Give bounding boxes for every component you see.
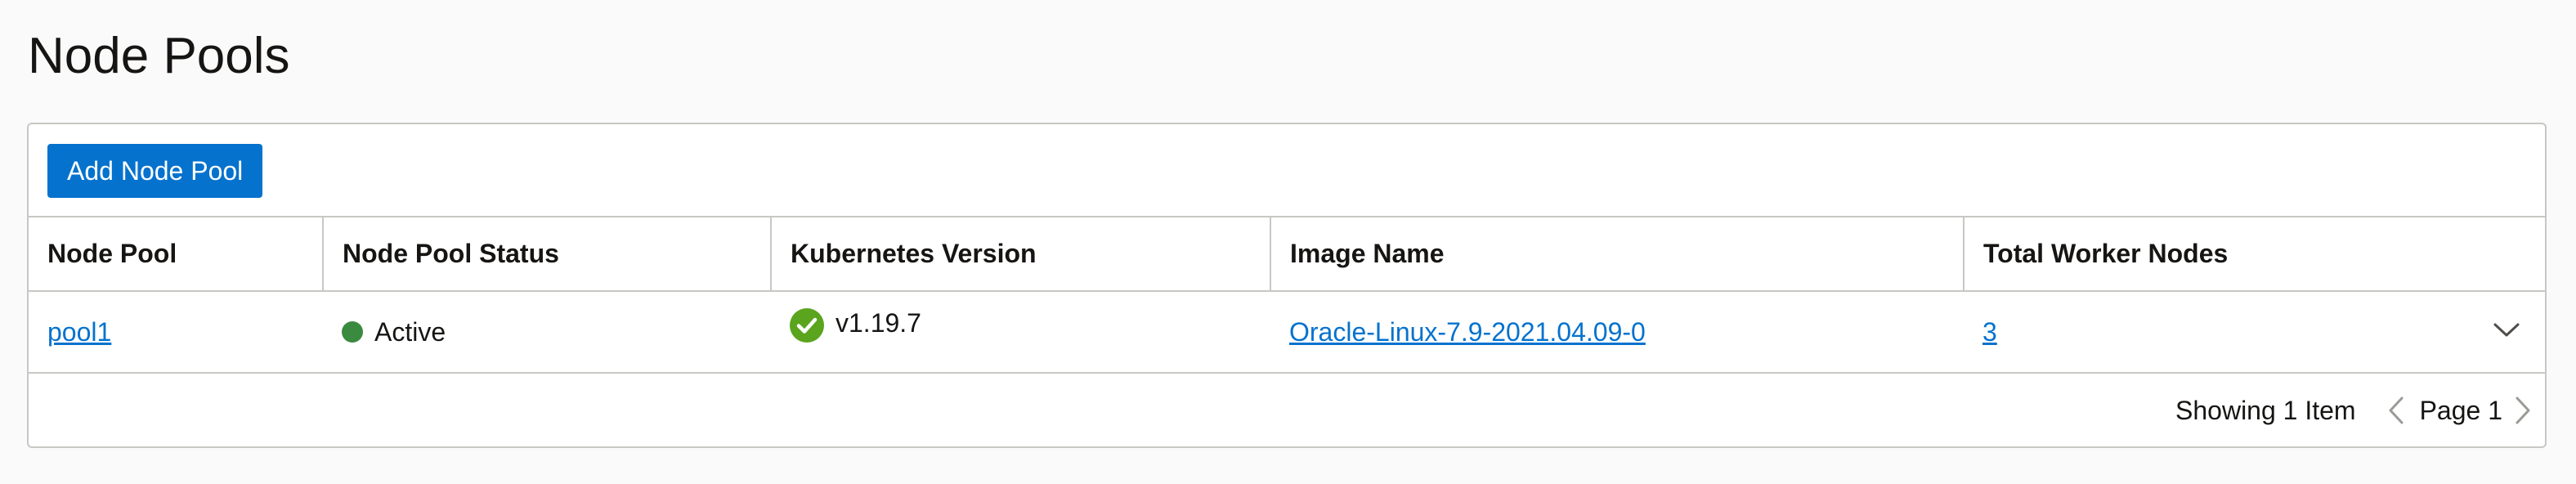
page-title: Node Pools: [28, 28, 290, 84]
toolbar: Add Node Pool: [29, 124, 2545, 217]
check-circle-icon: [790, 308, 824, 343]
status-cell: Active: [323, 291, 771, 374]
pagination: Showing 1 Item Page 1: [2175, 374, 2532, 446]
add-node-pool-button[interactable]: Add Node Pool: [47, 144, 263, 198]
node-pools-panel: Add Node Pool Node Pool Node Pool Status…: [27, 123, 2547, 448]
item-count-label: Showing 1 Item: [2175, 395, 2356, 425]
chevron-down-icon[interactable]: [2493, 321, 2520, 339]
chevron-left-icon[interactable]: [2387, 396, 2405, 425]
column-header-total-worker-nodes: Total Worker Nodes: [1964, 217, 2545, 292]
column-header-node-pool-status: Node Pool Status: [323, 217, 772, 292]
total-worker-nodes-cell: 3: [1964, 291, 2545, 374]
column-header-image-name: Image Name: [1270, 217, 1964, 292]
table-row: pool1 Active v1.19.7 Oracle-Linux-7.9-20…: [29, 291, 2545, 374]
image-name-link[interactable]: Oracle-Linux-7.9-2021.04.09-0: [1289, 317, 1646, 347]
chevron-right-icon[interactable]: [2514, 396, 2532, 425]
node-pools-table: Node Pool Node Pool Status Kubernetes Ve…: [29, 217, 2545, 374]
column-header-kubernetes-version: Kubernetes Version: [771, 217, 1271, 292]
image-name-cell: Oracle-Linux-7.9-2021.04.09-0: [1270, 291, 1964, 374]
kubernetes-version-label: v1.19.7: [836, 308, 921, 338]
column-header-node-pool: Node Pool: [29, 217, 324, 292]
page-number-label: Page 1: [2419, 395, 2502, 425]
status-label: Active: [374, 316, 446, 347]
total-worker-nodes-link[interactable]: 3: [1982, 317, 1997, 347]
active-status-dot-icon: [342, 321, 363, 343]
node-pool-cell: pool1: [29, 291, 323, 374]
table-header-row: Node Pool Node Pool Status Kubernetes Ve…: [29, 217, 2545, 292]
table-footer: Showing 1 Item Page 1: [29, 374, 2545, 446]
node-pool-link[interactable]: pool1: [47, 317, 111, 347]
kubernetes-version-cell: v1.19.7: [771, 291, 1270, 374]
